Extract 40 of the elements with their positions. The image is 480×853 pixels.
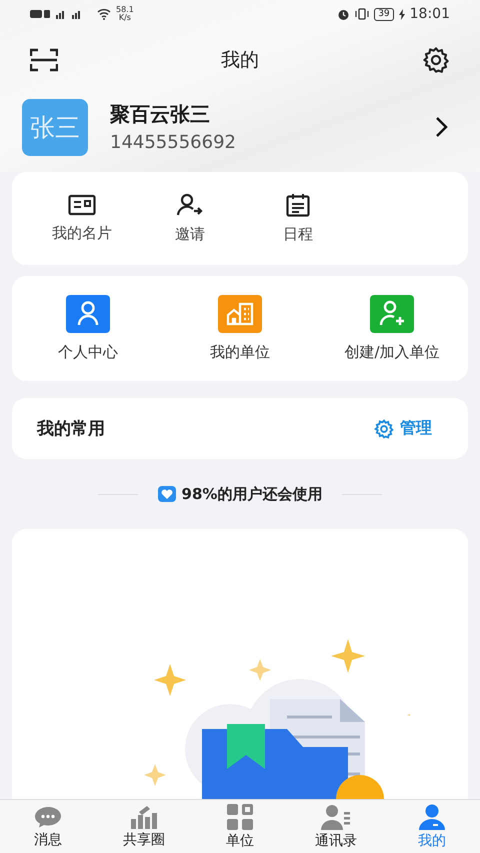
heart-shield-icon [158, 486, 176, 502]
tab[interactable]: 我的 [384, 800, 480, 853]
shortcut[interactable]: 我的单位 [164, 276, 316, 381]
shortcut[interactable]: 创建/加入单位 [316, 276, 468, 381]
speed-unit: K/s [118, 14, 131, 22]
quick-action[interactable]: 邀请 [136, 172, 244, 265]
tab[interactable]: 共享圈 [96, 800, 192, 853]
avatar: 张三 [22, 98, 88, 156]
id-card-icon [68, 194, 96, 216]
page-title: 我的 [221, 48, 259, 73]
quick-action[interactable]: 日程 [244, 172, 352, 265]
contacts-icon [321, 804, 351, 830]
user-name: 聚百云张三 [110, 101, 211, 128]
vibrate-icon [355, 8, 370, 20]
chat-icon [34, 804, 62, 828]
favorites-title: 我的常用 [37, 418, 105, 440]
quick-action[interactable]: 我的名片 [28, 172, 136, 265]
tab[interactable]: 通讯录 [288, 800, 384, 853]
bar-chart-icon [130, 804, 158, 828]
scan-icon[interactable] [30, 48, 58, 72]
shortcut[interactable]: 个人中心 [12, 276, 164, 381]
wifi-icon [97, 8, 111, 20]
settings-icon [374, 418, 394, 438]
alarm-icon [337, 8, 350, 20]
settings-icon[interactable] [422, 46, 450, 74]
clock: 18:01 [410, 6, 450, 22]
network-speed: 58.1 [116, 6, 134, 14]
manage-button[interactable]: 管理 [374, 418, 432, 439]
profile-row[interactable]: 张三 聚百云张三 14455556692 [0, 92, 480, 162]
user-icon [419, 804, 445, 830]
grid-icon [227, 804, 253, 830]
tab[interactable]: 消息 [0, 800, 96, 853]
tab[interactable]: 单位 [192, 800, 288, 853]
chevron-right-icon [434, 116, 448, 138]
recommend-title: 98%的用户还会使用 [182, 484, 322, 504]
charging-icon [398, 8, 405, 20]
phone-number: 14455556692 [110, 132, 237, 153]
battery-level: 39 [374, 8, 394, 20]
calendar-icon [286, 193, 310, 217]
user-arrow-icon [177, 193, 203, 217]
